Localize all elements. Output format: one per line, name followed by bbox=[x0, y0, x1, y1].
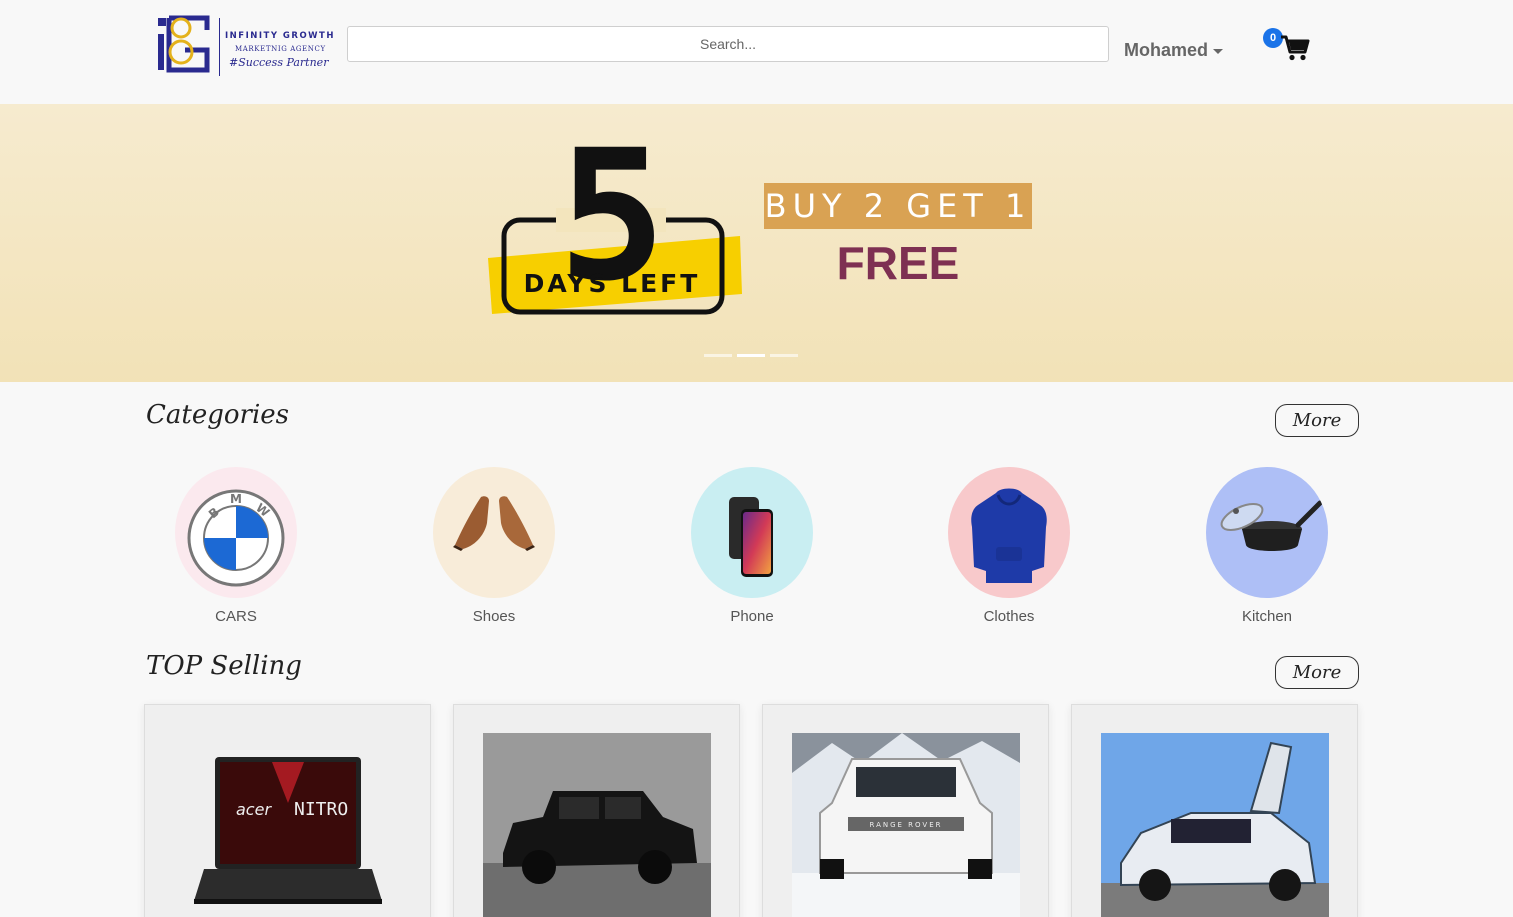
category-kitchen[interactable]: Kitchen bbox=[1206, 467, 1328, 625]
top-selling-title: TOP Selling bbox=[146, 651, 302, 681]
category-phone-image bbox=[691, 467, 813, 598]
logo-divider bbox=[219, 18, 220, 76]
product-card-laptop[interactable]: acer NITRO bbox=[144, 704, 431, 917]
search-input[interactable] bbox=[347, 26, 1109, 62]
car-badge-text: RANGE ROVER bbox=[869, 821, 942, 829]
shopping-cart-icon[interactable] bbox=[1280, 34, 1310, 62]
carousel-indicators bbox=[704, 354, 798, 357]
category-phone[interactable]: Phone bbox=[691, 467, 813, 625]
offer-headline: BUY 2 GET 1 bbox=[764, 183, 1032, 229]
category-clothes-image bbox=[948, 467, 1070, 598]
category-cars-image: B M W bbox=[175, 467, 297, 598]
countdown-text: DAYS LEFT bbox=[524, 269, 701, 298]
user-menu-dropdown[interactable]: Mohamed bbox=[1124, 40, 1224, 61]
svg-text:M: M bbox=[230, 492, 242, 506]
product-card-black-suv[interactable] bbox=[453, 704, 740, 917]
laptop-brand-text: acer bbox=[236, 800, 272, 819]
shoes-icon bbox=[453, 496, 535, 551]
top-selling-more-button[interactable]: More bbox=[1275, 656, 1359, 689]
bmw-logo-icon: B M W bbox=[187, 489, 285, 587]
laptop-image: acer NITRO bbox=[194, 757, 382, 904]
categories-title: Categories bbox=[146, 400, 289, 430]
category-shoes-image bbox=[433, 467, 555, 598]
white-range-rover-image: RANGE ROVER bbox=[792, 733, 1020, 917]
carousel-indicator-3[interactable] bbox=[770, 354, 798, 357]
carousel-indicator-1[interactable] bbox=[704, 354, 732, 357]
carousel-indicator-2[interactable] bbox=[737, 354, 765, 357]
hero-banner-carousel[interactable] bbox=[0, 104, 1513, 382]
hoodie-icon bbox=[971, 488, 1047, 583]
bmw-i8-image bbox=[1101, 733, 1329, 917]
laptop-model-text: NITRO bbox=[294, 799, 348, 820]
product-card-range-rover[interactable]: RANGE ROVER bbox=[762, 704, 1049, 917]
countdown-graphic: 5 DAYS LEFT bbox=[488, 128, 742, 318]
category-kitchen-image bbox=[1206, 467, 1328, 598]
product-card-bmw-i8[interactable] bbox=[1071, 704, 1358, 917]
category-cars-label: CARS bbox=[215, 608, 257, 625]
category-cars[interactable]: B M W CARS bbox=[175, 467, 297, 625]
brand-logo[interactable]: INFINITY GROWTH MARKETNIG AGENCY #Succes… bbox=[155, 10, 333, 78]
chevron-down-icon bbox=[1213, 49, 1224, 54]
category-phone-label: Phone bbox=[730, 608, 774, 625]
offer-free-text: FREE bbox=[836, 237, 960, 289]
logo-tagline: MARKETNIG AGENCY bbox=[235, 45, 326, 53]
black-suv-image bbox=[483, 733, 711, 917]
user-name: Mohamed bbox=[1124, 40, 1209, 60]
categories-more-button[interactable]: More bbox=[1275, 404, 1359, 437]
category-shoes[interactable]: Shoes bbox=[433, 467, 555, 625]
category-clothes-label: Clothes bbox=[983, 608, 1035, 625]
logo-slogan: #Success Partner bbox=[229, 56, 329, 69]
category-kitchen-label: Kitchen bbox=[1241, 608, 1293, 625]
site-header: INFINITY GROWTH MARKETNIG AGENCY #Succes… bbox=[0, 0, 1513, 104]
category-shoes-label: Shoes bbox=[472, 608, 516, 625]
pot-icon bbox=[1220, 500, 1323, 551]
category-clothes[interactable]: Clothes bbox=[948, 467, 1070, 625]
logo-company-name: INFINITY GROWTH bbox=[225, 31, 335, 41]
logo-mark-icon bbox=[158, 15, 210, 73]
phone-icon bbox=[729, 497, 773, 577]
